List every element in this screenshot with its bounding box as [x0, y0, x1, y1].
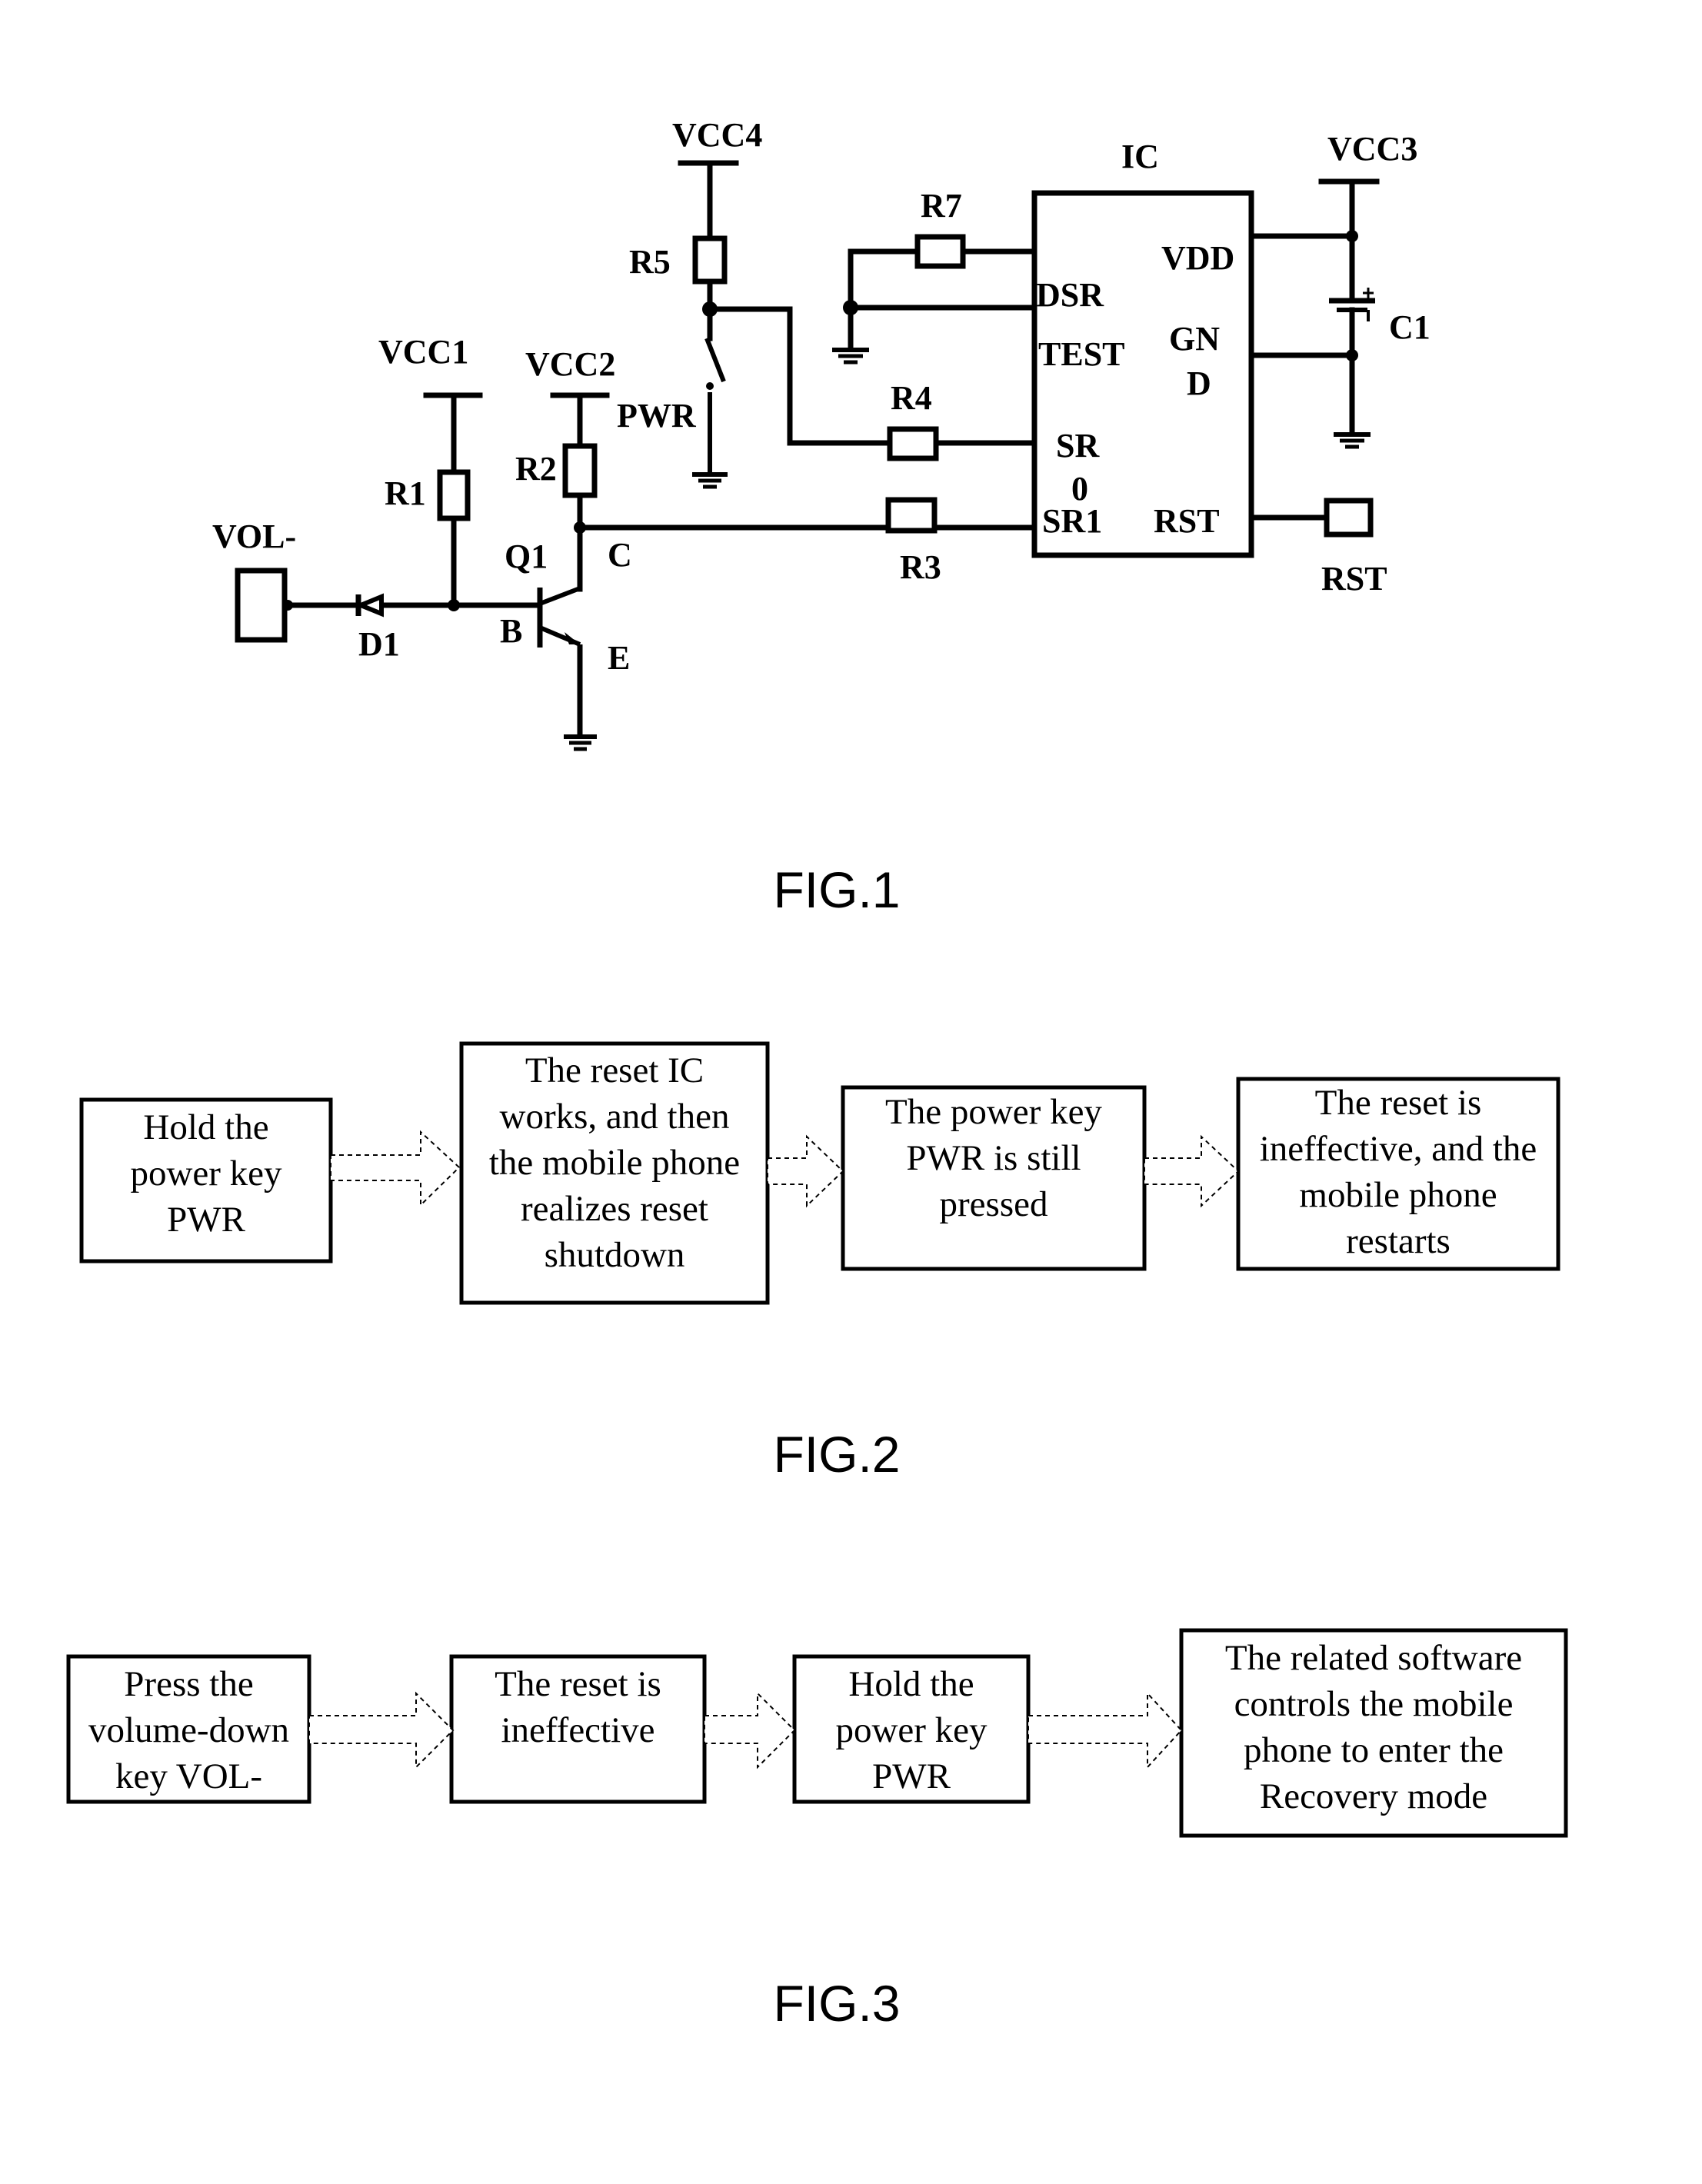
rst-pad [1324, 498, 1374, 538]
fig1-circuit: VOL- D1 VCC1 R1 VCC2 R2 Q1 B C E VCC4 R5… [212, 116, 1431, 751]
resistor-r4 [887, 426, 939, 461]
fig2-step-3: The power key PWR is still pressed [843, 1089, 1144, 1227]
pin-gnd-b: D [1187, 365, 1211, 402]
step-text-line: Recovery mode [1259, 1776, 1488, 1816]
ground-icon [564, 727, 597, 751]
step-text-line: ineffective [501, 1710, 655, 1750]
step-text-line: The related software [1224, 1638, 1523, 1678]
vol-junction [282, 600, 293, 611]
vdd-junction [1346, 230, 1358, 242]
step-text-line: key VOL- [115, 1756, 262, 1796]
fig3-step-3: Hold the power key PWR [794, 1661, 1028, 1799]
ground-icon [1334, 432, 1371, 449]
step-text-line: Hold the [143, 1107, 269, 1147]
d1-label: D1 [358, 625, 400, 663]
step-text-line: power key [130, 1154, 282, 1194]
pin-rst: RST [1154, 502, 1220, 540]
flow-arrow-icon [1028, 1691, 1183, 1770]
step-text-line: shutdown [544, 1235, 685, 1275]
vcc1-label: VCC1 [378, 333, 468, 371]
fig3-step-2: The reset is ineffective [451, 1661, 704, 1753]
fig3-step-1: Press the volume-down key VOL- [68, 1661, 309, 1799]
step-text-line: PWR [872, 1756, 951, 1796]
resistor-r2 [562, 443, 598, 498]
fig1-caption: FIG.1 [773, 861, 900, 918]
collector-label: C [608, 536, 632, 574]
pin-sr1: SR1 [1042, 502, 1102, 540]
pin-gnd-a: GN [1169, 320, 1220, 358]
step-text-line: PWR [167, 1200, 245, 1240]
r4-label: R4 [891, 379, 932, 417]
step-text-line: ineffective, and the [1259, 1129, 1537, 1169]
pin-dsr: DSR [1036, 276, 1104, 314]
ic-label: IC [1121, 138, 1159, 175]
step-text-line: the mobile phone [488, 1143, 741, 1183]
step-text-line: controls the mobile [1234, 1684, 1514, 1724]
step-text-line: volume-down [88, 1710, 290, 1750]
step-text-line: The reset is [495, 1664, 661, 1704]
r2-label: R2 [515, 450, 557, 488]
r7-label: R7 [921, 187, 962, 225]
step-text-line: restarts [1346, 1221, 1451, 1261]
fig3-caption: FIG.3 [773, 1975, 900, 2032]
fig2-step-1: Hold the power key PWR [82, 1104, 331, 1243]
r1-label: R1 [385, 474, 426, 512]
step-text-line: Hold the [848, 1664, 974, 1704]
step-text-line: The reset IC [525, 1050, 704, 1090]
sr0-wire [707, 306, 1038, 446]
vol-label: VOL- [212, 518, 296, 555]
step-text-line: power key [835, 1710, 988, 1750]
ground-icon [692, 472, 728, 489]
emitter-label: E [608, 639, 630, 677]
vol-key-pad [235, 568, 288, 643]
step-text-line: PWR is still [906, 1138, 1081, 1178]
q1-label: Q1 [505, 538, 548, 575]
step-text-line: Press the [124, 1664, 254, 1704]
r1-junction [448, 599, 460, 611]
fig2-caption: FIG.2 [773, 1426, 900, 1483]
fig2-step-4: The reset is ineffective, and the mobile… [1238, 1080, 1558, 1264]
r5-label: R5 [629, 243, 671, 281]
flow-arrow-icon [308, 1691, 455, 1770]
pin-vdd: VDD [1161, 239, 1234, 277]
r3-label: R3 [900, 548, 941, 586]
step-text-line: mobile phone [1299, 1175, 1497, 1215]
fig3-step-4: The related software controls the mobile… [1181, 1635, 1566, 1819]
pwr-switch-icon[interactable] [704, 337, 726, 473]
pin-test: TEST [1038, 335, 1125, 373]
pin-sr0-a: SR [1056, 427, 1100, 464]
rst-output-label: RST [1321, 560, 1387, 598]
step-text-line: The reset is [1314, 1083, 1482, 1123]
vcc2-label: VCC2 [525, 345, 615, 383]
c1-label: C1 [1389, 308, 1431, 346]
flow-arrow-icon [330, 1130, 461, 1207]
pwr-label: PWR [617, 397, 697, 434]
fig2-step-2: The reset IC works, and then the mobile … [461, 1047, 768, 1278]
resistor-r5 [692, 235, 728, 285]
step-text-line: works, and then [499, 1097, 730, 1137]
base-label: B [500, 612, 522, 650]
flow-arrow-icon [704, 1691, 796, 1770]
flow-arrow-icon [767, 1134, 844, 1208]
vcc3-label: VCC3 [1327, 130, 1417, 168]
resistor-r1 [437, 469, 471, 521]
step-text-line: The power key [885, 1092, 1102, 1132]
resistor-r7 [914, 234, 966, 269]
gnd-junction [1346, 349, 1358, 361]
step-text-line: realizes reset [521, 1189, 708, 1229]
step-text-line: phone to enter the [1243, 1730, 1504, 1770]
step-text-line: pressed [939, 1184, 1048, 1224]
vcc4-label: VCC4 [672, 116, 762, 154]
ground-icon [832, 348, 869, 365]
resistor-r3 [885, 497, 938, 534]
npn-transistor-q1-icon [537, 586, 583, 731]
flow-arrow-icon [1144, 1134, 1240, 1208]
diode-d1-icon [355, 593, 384, 618]
